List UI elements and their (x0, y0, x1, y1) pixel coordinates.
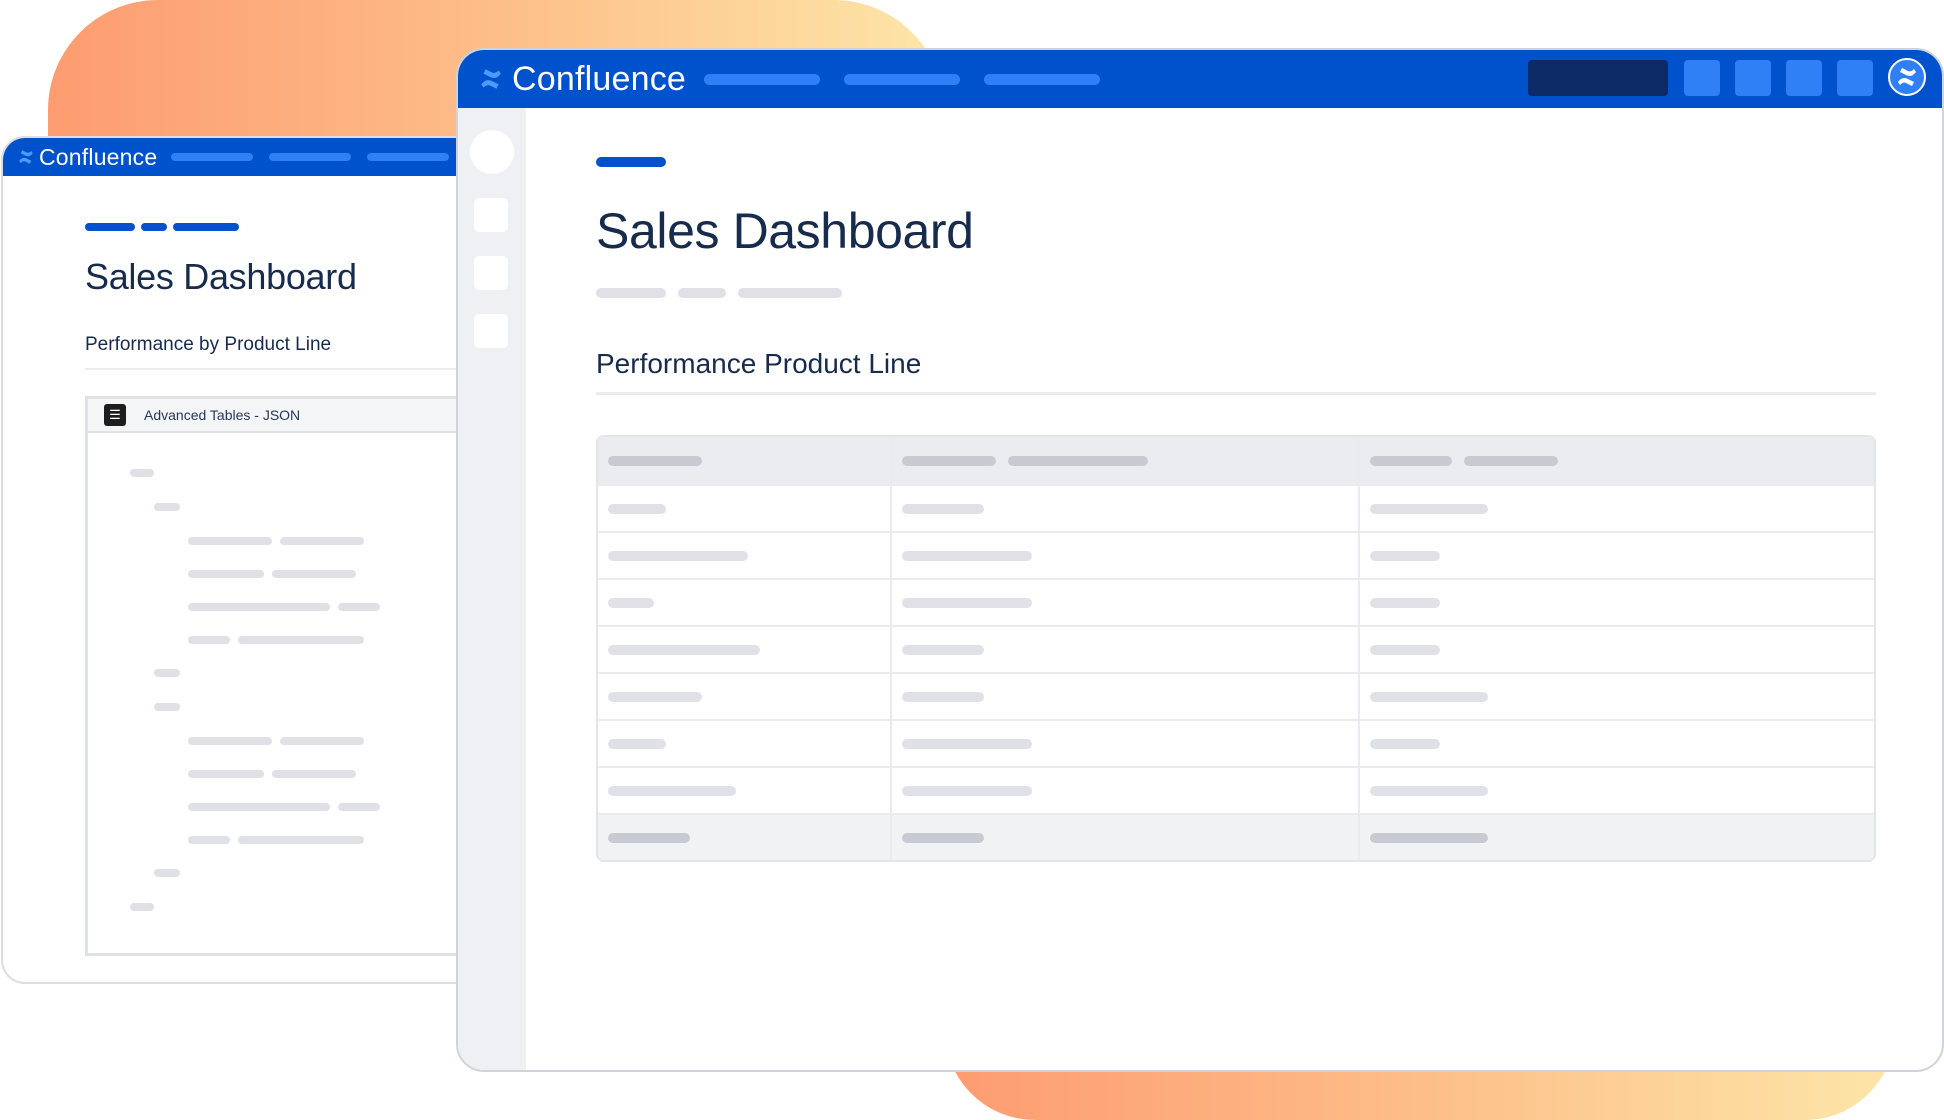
sidebar-item-placeholder[interactable] (474, 314, 508, 348)
table-footer-row (598, 813, 1874, 860)
table-row (598, 578, 1874, 625)
table-row (598, 531, 1874, 578)
sidebar (458, 108, 526, 1070)
table-row (598, 672, 1874, 719)
app-name[interactable]: Confluence (512, 60, 686, 99)
table-cell (1358, 580, 1874, 625)
table-cell (890, 721, 1358, 766)
table-cell (890, 580, 1358, 625)
table-row (598, 625, 1874, 672)
confluence-logo-icon (1898, 68, 1916, 86)
nav-item-placeholder[interactable] (984, 73, 1101, 85)
table-cell (890, 768, 1358, 813)
table-cell (1358, 486, 1874, 531)
sidebar-item-placeholder[interactable] (474, 256, 508, 290)
macro-label: Advanced Tables - JSON (144, 407, 301, 423)
table-cell (598, 768, 890, 813)
table-cell (890, 533, 1358, 578)
back-confluence-window: Confluence Sales Dashboard Performance b… (1, 136, 521, 984)
table-row (598, 766, 1874, 813)
table-cell (1358, 627, 1874, 672)
table-cell (1358, 815, 1874, 860)
sidebar-item-placeholder[interactable] (474, 198, 508, 232)
macro-header: ☰ Advanced Tables - JSON (88, 399, 505, 433)
table-cell (1358, 721, 1874, 766)
table-cell (1358, 674, 1874, 719)
breadcrumb-placeholder (596, 154, 1876, 172)
user-avatar-icon[interactable] (1888, 58, 1926, 96)
nav-item-placeholder[interactable] (171, 153, 254, 161)
front-confluence-window: Confluence Sales Dashboard Performance P… (456, 48, 1944, 1072)
table-cell (890, 815, 1358, 860)
table-cell (1358, 533, 1874, 578)
table-cell (598, 627, 890, 672)
confluence-logo-icon (481, 69, 501, 89)
table-header-cell[interactable] (598, 437, 890, 484)
table-cell (598, 674, 890, 719)
toolbar-button-placeholder[interactable] (1735, 60, 1771, 96)
sidebar-avatar-placeholder[interactable] (470, 130, 514, 174)
table-cell (598, 533, 890, 578)
table-icon: ☰ (104, 404, 126, 426)
table-header-row (598, 437, 1874, 484)
table-header-cell[interactable] (890, 437, 1358, 484)
table-cell (1358, 768, 1874, 813)
app-name[interactable]: Confluence (39, 144, 157, 171)
table-row (598, 719, 1874, 766)
nav-item-placeholder[interactable] (367, 153, 450, 161)
toolbar-button-placeholder[interactable] (1684, 60, 1720, 96)
table-row (598, 484, 1874, 531)
nav-item-placeholder[interactable] (704, 73, 821, 85)
search-input[interactable] (1528, 60, 1668, 96)
table-cell (598, 486, 890, 531)
table-cell (598, 721, 890, 766)
nav-item-placeholder[interactable] (844, 73, 961, 85)
toolbar-button-placeholder[interactable] (1786, 60, 1822, 96)
section-heading: Performance Product Line (596, 348, 1876, 395)
page-content: Sales Dashboard Performance Product Line (596, 154, 1876, 862)
advanced-tables-macro[interactable]: ☰ Advanced Tables - JSON (85, 396, 505, 956)
table-cell (890, 674, 1358, 719)
table-cell (598, 815, 890, 860)
back-top-navigation: Confluence (3, 138, 519, 176)
page-title: Sales Dashboard (596, 203, 974, 259)
data-table (596, 435, 1876, 862)
table-cell (598, 580, 890, 625)
top-navigation: Confluence (458, 50, 1942, 108)
nav-item-placeholder[interactable] (269, 153, 352, 161)
table-cell (890, 486, 1358, 531)
table-header-cell[interactable] (1358, 437, 1874, 484)
confluence-logo-icon (19, 150, 33, 164)
toolbar-button-placeholder[interactable] (1837, 60, 1873, 96)
table-cell (890, 627, 1358, 672)
page-meta-placeholder (596, 288, 1876, 298)
json-preview (88, 433, 505, 933)
